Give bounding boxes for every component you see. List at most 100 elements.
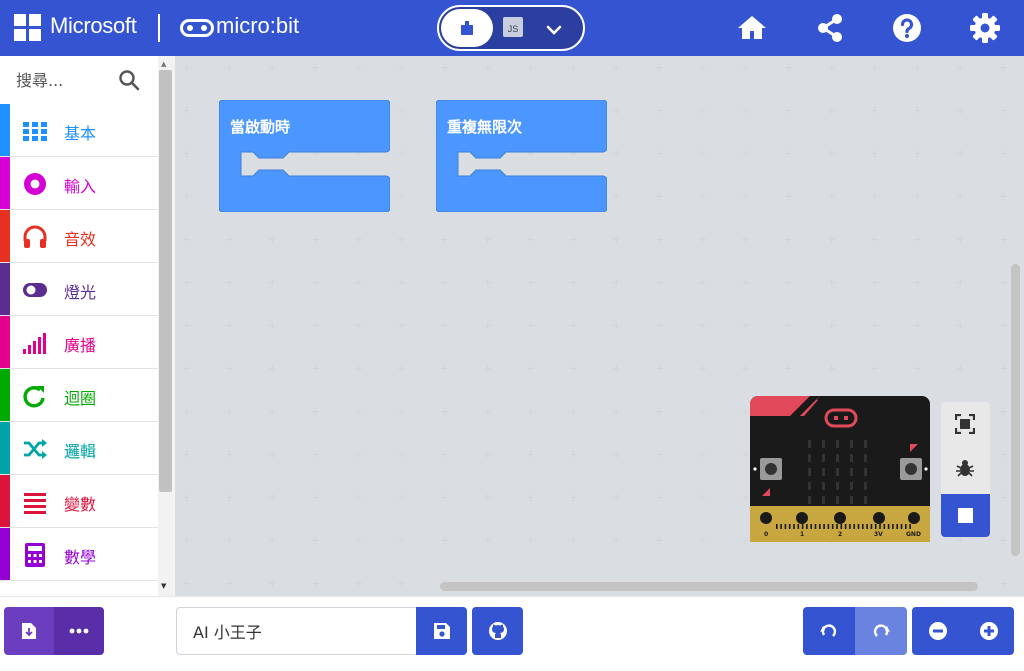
category-label: 迴圈 [64,389,97,408]
grid-plus-mark [656,150,663,157]
home-icon[interactable] [736,12,768,44]
microsoft-brand: Microsoft [50,13,137,38]
grid-plus-mark [785,150,792,157]
grid-plus-mark [484,451,491,458]
share-icon[interactable] [814,12,846,44]
grid-plus-mark [1000,193,1007,200]
microbit-brand[interactable]: micro:bit [216,13,299,39]
category-music[interactable]: 音效 [0,210,158,263]
grid-plus-mark [312,236,319,243]
search-input[interactable] [16,68,120,92]
edge-pin-strip [874,524,877,529]
category-led[interactable]: 燈光 [0,263,158,316]
category-math[interactable]: 數學 [0,528,158,581]
led-dot [822,440,825,448]
led-dot [822,496,825,504]
zoom-in-button[interactable] [963,607,1014,655]
undo-button[interactable] [803,607,855,655]
grid-plus-mark [226,236,233,243]
grid-plus-mark [699,494,706,501]
toolbox-scrollbar-thumb[interactable] [159,70,172,492]
grid-plus-mark [527,494,534,501]
help-icon[interactable] [891,12,923,44]
grid-plus-mark [785,64,792,71]
grid-plus-mark [871,64,878,71]
project-name-input[interactable] [176,607,416,655]
category-label: 廣播 [64,336,97,355]
fullscreen-icon[interactable] [955,414,975,434]
blocks-editor-button[interactable] [441,9,493,47]
edge-pin-strip [776,524,778,529]
more-button[interactable] [54,607,104,655]
grid-plus-mark [312,322,319,329]
edge-pin-strip [909,524,911,529]
edge-pin-strip [801,524,804,529]
workspace-vertical-scrollbar[interactable] [1011,264,1020,556]
gear-icon[interactable] [969,12,1001,44]
grid-plus-mark [226,408,233,415]
github-button[interactable] [472,607,523,655]
forever-block[interactable]: 重複無限次 [436,100,607,212]
zoom-out-button[interactable] [912,607,963,655]
grid-plus-mark [1000,150,1007,157]
grid-plus-mark [398,193,405,200]
editor-footer [0,596,1024,671]
bug-icon[interactable] [955,458,975,478]
led-dot [850,454,853,462]
microbit-simulator[interactable]: 0 1 2 3V GND [750,396,930,542]
category-loops[interactable]: 迴圈 [0,369,158,422]
save-button[interactable] [416,607,467,655]
workspace-horizontal-scrollbar[interactable] [440,582,978,591]
grid-plus-mark [957,279,964,286]
on-start-block[interactable]: 當啟動時 [219,100,390,212]
chevron-down-icon[interactable] [543,19,565,41]
grid-plus-mark [1000,64,1007,71]
grid-plus-mark [613,322,620,329]
category-color-bar [0,263,10,315]
scroll-up-arrow-icon[interactable]: ▲ [161,60,166,68]
download-button[interactable] [4,607,54,655]
category-input[interactable]: 輸入 [0,157,158,210]
grid-plus-mark [527,64,534,71]
category-color-bar [0,210,10,262]
grid-plus-mark [656,365,663,372]
zoom-in-icon [979,622,998,640]
grid-plus-mark [527,451,534,458]
grid-plus-mark [828,236,835,243]
stop-button[interactable] [941,494,990,537]
header-divider [158,14,160,42]
grid-plus-mark [269,64,276,71]
grid-plus-mark [957,365,964,372]
grid-plus-mark [613,451,620,458]
category-logic[interactable]: 邏輯 [0,422,158,475]
led-dot [822,468,825,476]
grid-plus-mark [656,537,663,544]
grid-plus-mark [699,150,706,157]
grid-plus-mark [957,322,964,329]
category-variables[interactable]: 變數 [0,475,158,528]
javascript-editor-button[interactable]: JS [503,17,523,37]
list-icon [24,493,46,514]
grid-plus-mark [1000,322,1007,329]
search-icon[interactable] [118,69,140,91]
grid-plus-mark [871,279,878,286]
redo-button[interactable] [855,607,907,655]
grid-plus-mark [269,408,276,415]
grid-plus-mark [785,322,792,329]
edge-pin-strip [823,524,825,529]
grid-plus-mark [226,322,233,329]
grid-plus-mark [914,107,921,114]
category-radio[interactable]: 廣播 [0,316,158,369]
grid-plus-mark [1000,236,1007,243]
led-dot [822,454,825,462]
edge-pin-strip [827,524,830,529]
simulator-toolbar [941,402,990,537]
grid-plus-mark [269,580,276,587]
grid-plus-mark [226,279,233,286]
grid-plus-mark [355,451,362,458]
category-basic[interactable]: 基本 [0,104,158,157]
grid-plus-mark [398,322,405,329]
scroll-down-arrow-icon[interactable]: ▼ [161,582,166,590]
grid-plus-mark [355,494,362,501]
toolbox: 基本 輸入 音效 燈光 [0,56,175,596]
